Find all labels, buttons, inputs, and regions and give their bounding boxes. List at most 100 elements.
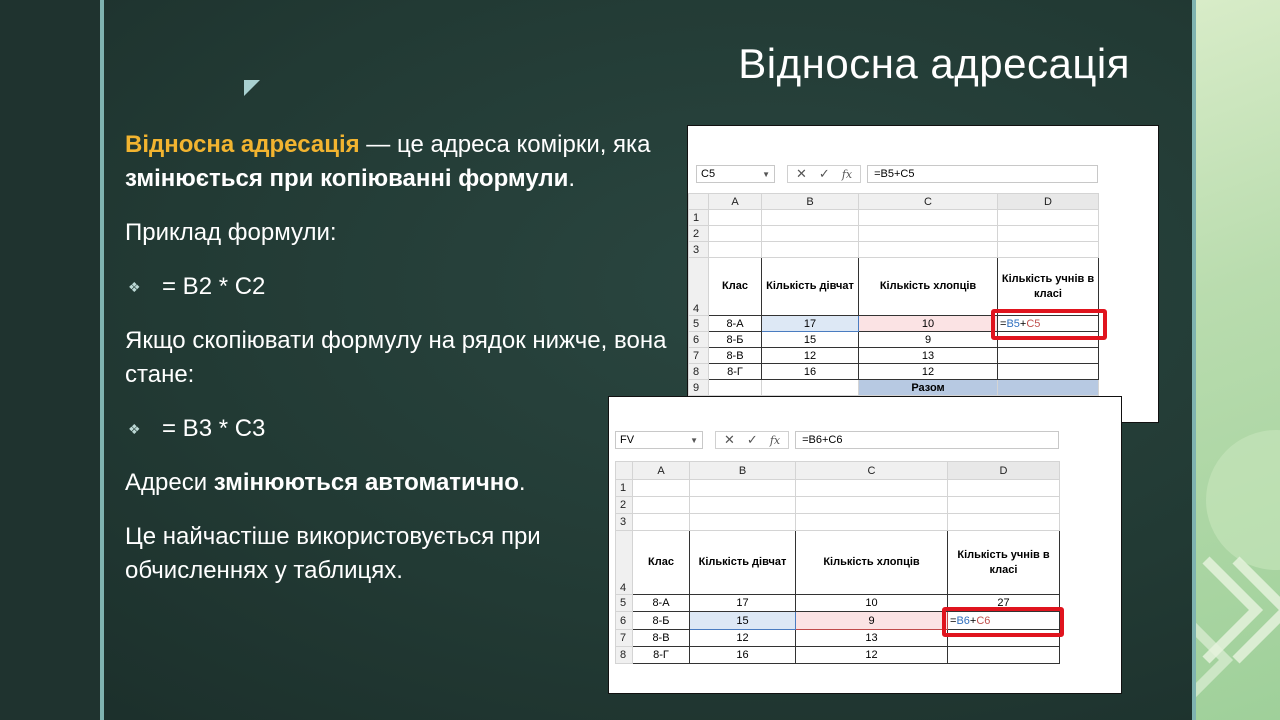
formula-input[interactable]: =B6+C6 — [795, 431, 1059, 449]
cell[interactable]: 8-В — [708, 347, 762, 364]
cell[interactable]: 13 — [795, 629, 948, 647]
cell[interactable]: 12 — [689, 629, 796, 647]
cell[interactable] — [708, 241, 762, 258]
cell[interactable]: 8-Г — [632, 646, 690, 664]
column-header[interactable]: D — [997, 193, 1099, 210]
cell[interactable] — [632, 479, 690, 497]
check-icon[interactable]: ✓ — [747, 432, 758, 448]
row-header[interactable]: 7 — [688, 347, 709, 364]
header-cell[interactable]: Кількість учнів в класі — [997, 257, 1099, 316]
cell[interactable]: 8-А — [632, 594, 690, 612]
cell-b6-selected[interactable]: 15 — [689, 611, 796, 630]
cell[interactable]: 8-Г — [708, 363, 762, 380]
row-header[interactable]: 4 — [615, 530, 633, 595]
cell[interactable] — [632, 496, 690, 514]
header-cell[interactable]: Кількість дівчат — [761, 257, 859, 316]
check-icon[interactable]: ✓ — [819, 166, 830, 182]
cell[interactable]: 8-А — [708, 315, 762, 332]
cell[interactable]: 15 — [761, 331, 859, 348]
header-cell[interactable]: Кількість хлопців — [858, 257, 998, 316]
row-header[interactable]: 6 — [615, 611, 633, 630]
cell[interactable] — [708, 225, 762, 242]
column-header[interactable]: D — [947, 461, 1060, 480]
row-header[interactable]: 3 — [615, 513, 633, 531]
row-header[interactable]: 9 — [688, 379, 709, 396]
cell[interactable] — [947, 496, 1060, 514]
name-box[interactable]: C5 ▼ — [696, 165, 775, 183]
cell[interactable] — [997, 347, 1099, 364]
corner-cell[interactable] — [615, 461, 633, 480]
cell[interactable] — [632, 513, 690, 531]
column-header[interactable]: C — [858, 193, 998, 210]
cell[interactable] — [795, 496, 948, 514]
cell[interactable] — [761, 209, 859, 226]
cell[interactable] — [858, 241, 998, 258]
cell[interactable] — [708, 379, 762, 396]
row-header[interactable]: 2 — [615, 496, 633, 514]
cell[interactable] — [997, 363, 1099, 380]
row-header[interactable]: 1 — [688, 209, 709, 226]
function-icon[interactable]: fx — [770, 434, 780, 447]
row-header[interactable]: 3 — [688, 241, 709, 258]
cell[interactable]: 8-Б — [708, 331, 762, 348]
cell[interactable] — [947, 646, 1060, 664]
cancel-icon[interactable]: ✕ — [724, 432, 735, 448]
cell[interactable] — [997, 379, 1099, 396]
cell[interactable] — [761, 241, 859, 258]
header-cell[interactable]: Кількість хлопців — [795, 530, 948, 595]
formula-input[interactable]: =B5+C5 — [867, 165, 1098, 183]
row-header[interactable]: 8 — [615, 646, 633, 664]
cell[interactable] — [997, 241, 1099, 258]
cell[interactable] — [761, 379, 859, 396]
cell[interactable] — [997, 209, 1099, 226]
cell-c6-selected[interactable]: 9 — [795, 611, 948, 630]
row-header[interactable]: 6 — [688, 331, 709, 348]
row-header[interactable]: 8 — [688, 363, 709, 380]
cell[interactable]: 16 — [689, 646, 796, 664]
cell[interactable] — [795, 479, 948, 497]
row-header[interactable]: 5 — [615, 594, 633, 612]
cell[interactable]: 8-Б — [632, 611, 690, 630]
cell[interactable] — [708, 209, 762, 226]
cell[interactable]: 17 — [689, 594, 796, 612]
row-header[interactable]: 2 — [688, 225, 709, 242]
cancel-icon[interactable]: ✕ — [796, 166, 807, 182]
column-header[interactable]: A — [708, 193, 762, 210]
cell[interactable] — [689, 496, 796, 514]
column-header[interactable]: B — [689, 461, 796, 480]
column-header[interactable]: A — [632, 461, 690, 480]
row-header[interactable]: 1 — [615, 479, 633, 497]
column-header[interactable]: C — [795, 461, 948, 480]
cell[interactable] — [858, 209, 998, 226]
header-cell[interactable]: Кількість учнів в класі — [947, 530, 1060, 595]
cell[interactable]: 12 — [858, 363, 998, 380]
cell[interactable] — [997, 225, 1099, 242]
row-header[interactable]: 4 — [688, 257, 709, 316]
row-header[interactable]: 7 — [615, 629, 633, 647]
cell[interactable] — [858, 225, 998, 242]
cell[interactable]: 10 — [795, 594, 948, 612]
cell[interactable] — [795, 513, 948, 531]
function-icon[interactable]: fx — [842, 168, 852, 181]
cell[interactable]: 13 — [858, 347, 998, 364]
cell-b5-selected[interactable]: 17 — [761, 315, 859, 332]
column-header[interactable]: B — [761, 193, 859, 210]
cell[interactable]: 9 — [858, 331, 998, 348]
total-label-cell[interactable]: Разом — [858, 379, 998, 396]
cell[interactable] — [689, 513, 796, 531]
cell[interactable] — [761, 225, 859, 242]
row-header[interactable]: 5 — [688, 315, 709, 332]
header-cell[interactable]: Кількість дівчат — [689, 530, 796, 595]
cell[interactable] — [689, 479, 796, 497]
cell[interactable] — [947, 479, 1060, 497]
corner-cell[interactable] — [688, 193, 709, 210]
header-cell[interactable]: Клас — [632, 530, 690, 595]
cell[interactable]: 12 — [795, 646, 948, 664]
cell-c5-selected[interactable]: 10 — [858, 315, 998, 332]
cell[interactable]: 8-В — [632, 629, 690, 647]
cell[interactable] — [947, 513, 1060, 531]
cell[interactable]: 12 — [761, 347, 859, 364]
name-box[interactable]: FV ▼ — [615, 431, 703, 449]
header-cell[interactable]: Клас — [708, 257, 762, 316]
cell[interactable]: 16 — [761, 363, 859, 380]
